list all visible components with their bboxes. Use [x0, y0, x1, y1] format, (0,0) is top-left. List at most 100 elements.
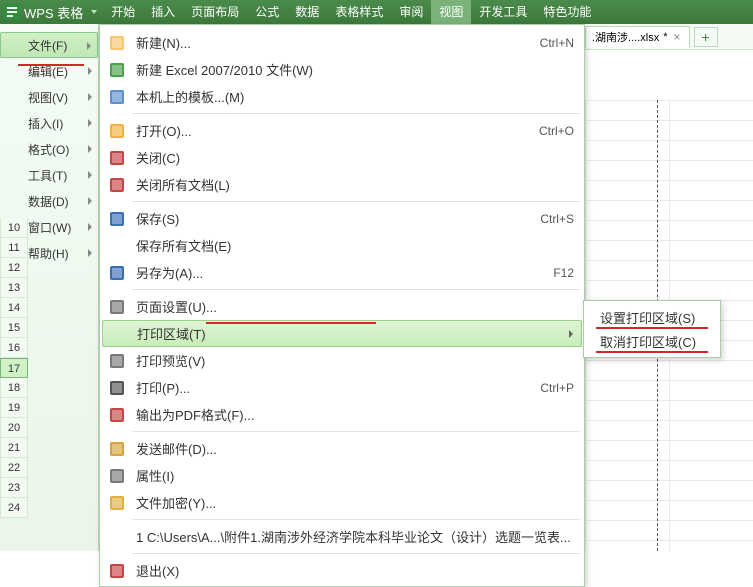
sidebar-item-label: 编辑(E) [28, 63, 68, 80]
sidebar-item-insert[interactable]: 插入(I) [0, 110, 98, 136]
row-header[interactable]: 22 [0, 458, 28, 478]
sidebar-item-format[interactable]: 格式(O) [0, 136, 98, 162]
menu-item-1[interactable]: 新建 Excel 2007/2010 文件(W) [102, 56, 582, 83]
menu-item-icon [104, 177, 130, 193]
menu-item-label: 文件加密(Y)... [130, 493, 574, 512]
chevron-right-icon [88, 223, 92, 231]
top-menu: 开始 插入 页面布局 公式 数据 表格样式 审阅 视图 开发工具 特色功能 [103, 0, 599, 24]
menu-item-8[interactable]: 保存(S)Ctrl+S [102, 205, 582, 232]
menu-separator [132, 431, 580, 432]
menu-item-label: 关闭(C) [130, 148, 574, 167]
chevron-right-icon [88, 197, 92, 205]
topmenu-formula[interactable]: 公式 [247, 0, 287, 24]
menu-item-icon [104, 380, 130, 396]
save-icon [109, 211, 125, 227]
menu-item-label: 新建 Excel 2007/2010 文件(W) [130, 60, 574, 79]
menu-item-24[interactable]: 退出(X) [102, 557, 582, 584]
menu-item-6[interactable]: 关闭所有文档(L) [102, 171, 582, 198]
menu-item-label: 新建(N)... [130, 33, 526, 52]
menu-item-icon [104, 150, 130, 166]
document-tab[interactable]: .湖南涉....xlsx * × [585, 26, 690, 48]
new-tab-button[interactable]: + [694, 27, 718, 47]
topmenu-layout[interactable]: 页面布局 [183, 0, 247, 24]
chevron-right-icon [88, 119, 92, 127]
topmenu-dev[interactable]: 开发工具 [471, 0, 535, 24]
menu-separator [132, 519, 580, 520]
menu-item-12[interactable]: 页面设置(U)... [102, 293, 582, 320]
menu-item-icon [104, 353, 130, 369]
row-header-selected[interactable]: 17 [0, 358, 28, 378]
menu-item-icon [104, 265, 130, 281]
props-icon [109, 468, 125, 484]
topmenu-start[interactable]: 开始 [103, 0, 143, 24]
menu-item-10[interactable]: 另存为(A)...F12 [102, 259, 582, 286]
menu-item-22[interactable]: 1 C:\Users\A...\附件1.湖南涉外经济学院本科毕业论文（设计）选题… [102, 523, 582, 550]
menu-item-13[interactable]: 打印区域(T) [102, 320, 582, 347]
menu-item-icon [104, 299, 130, 315]
newx-icon [109, 62, 125, 78]
chevron-right-icon [88, 93, 92, 101]
tpl-icon [109, 89, 125, 105]
menu-item-label: 发送邮件(D)... [130, 439, 574, 458]
row-header[interactable]: 10 [0, 218, 28, 238]
sidebar-item-data[interactable]: 数据(D) [0, 188, 98, 214]
row-header[interactable]: 23 [0, 478, 28, 498]
menu-item-label: 保存(S) [130, 209, 526, 228]
sidebar-item-tools[interactable]: 工具(T) [0, 162, 98, 188]
menu-item-shortcut: F12 [526, 266, 574, 280]
row-header[interactable]: 16 [0, 338, 28, 358]
pdf-icon [109, 407, 125, 423]
menu-item-4[interactable]: 打开(O)...Ctrl+O [102, 117, 582, 144]
app-menu-caret-icon [91, 10, 97, 14]
menu-item-19[interactable]: 属性(I) [102, 462, 582, 489]
app-logo[interactable]: WPS 表格 [0, 3, 103, 22]
menu-item-16[interactable]: 输出为PDF格式(F)... [102, 401, 582, 428]
submenu-set-print-area[interactable]: 设置打印区域(S) [586, 305, 718, 329]
row-header[interactable]: 15 [0, 318, 28, 338]
menu-item-2[interactable]: 本机上的模板...(M) [102, 83, 582, 110]
row-header[interactable]: 19 [0, 398, 28, 418]
topmenu-review[interactable]: 审阅 [391, 0, 431, 24]
sidebar-item-edit[interactable]: 编辑(E) [0, 58, 98, 84]
close-tab-icon[interactable]: × [672, 30, 683, 44]
menu-item-14[interactable]: 打印预览(V) [102, 347, 582, 374]
row-header[interactable]: 11 [0, 238, 28, 258]
row-header[interactable]: 21 [0, 438, 28, 458]
submenu-clear-print-area[interactable]: 取消打印区域(C) [586, 329, 718, 353]
pgsetup-icon [109, 299, 125, 315]
menu-item-15[interactable]: 打印(P)...Ctrl+P [102, 374, 582, 401]
topmenu-insert[interactable]: 插入 [143, 0, 183, 24]
row-header[interactable]: 14 [0, 298, 28, 318]
menu-item-icon [104, 211, 130, 227]
exit-icon [109, 563, 125, 579]
row-header[interactable]: 24 [0, 498, 28, 518]
chevron-right-icon [87, 42, 91, 50]
menu-item-icon [104, 441, 130, 457]
menu-item-label: 打印(P)... [130, 378, 526, 397]
sidebar-item-file[interactable]: 文件(F) [0, 32, 98, 58]
topmenu-view[interactable]: 视图 [431, 0, 471, 24]
menu-item-18[interactable]: 发送邮件(D)... [102, 435, 582, 462]
menu-item-20[interactable]: 文件加密(Y)... [102, 489, 582, 516]
menu-item-9[interactable]: 保存所有文档(E) [102, 232, 582, 259]
row-header[interactable]: 18 [0, 378, 28, 398]
chevron-right-icon [88, 249, 92, 257]
row-header[interactable]: 13 [0, 278, 28, 298]
menu-item-5[interactable]: 关闭(C) [102, 144, 582, 171]
row-header[interactable]: 12 [0, 258, 28, 278]
menu-item-0[interactable]: 新建(N)...Ctrl+N [102, 29, 582, 56]
app-title: WPS 表格 [24, 3, 83, 22]
menu-item-icon [104, 495, 130, 511]
sidebar-item-view[interactable]: 视图(V) [0, 84, 98, 110]
closeall-icon [109, 177, 125, 193]
sidebar-item-label: 窗口(W) [28, 219, 71, 236]
row-header[interactable]: 20 [0, 418, 28, 438]
annotation-underline [206, 322, 376, 324]
sidebar-item-label: 工具(T) [28, 167, 67, 184]
chevron-right-icon [88, 67, 92, 75]
menu-item-shortcut: Ctrl+S [526, 212, 574, 226]
topmenu-features[interactable]: 特色功能 [535, 0, 599, 24]
menu-separator [132, 289, 580, 290]
topmenu-data[interactable]: 数据 [287, 0, 327, 24]
topmenu-tablestyle[interactable]: 表格样式 [327, 0, 391, 24]
